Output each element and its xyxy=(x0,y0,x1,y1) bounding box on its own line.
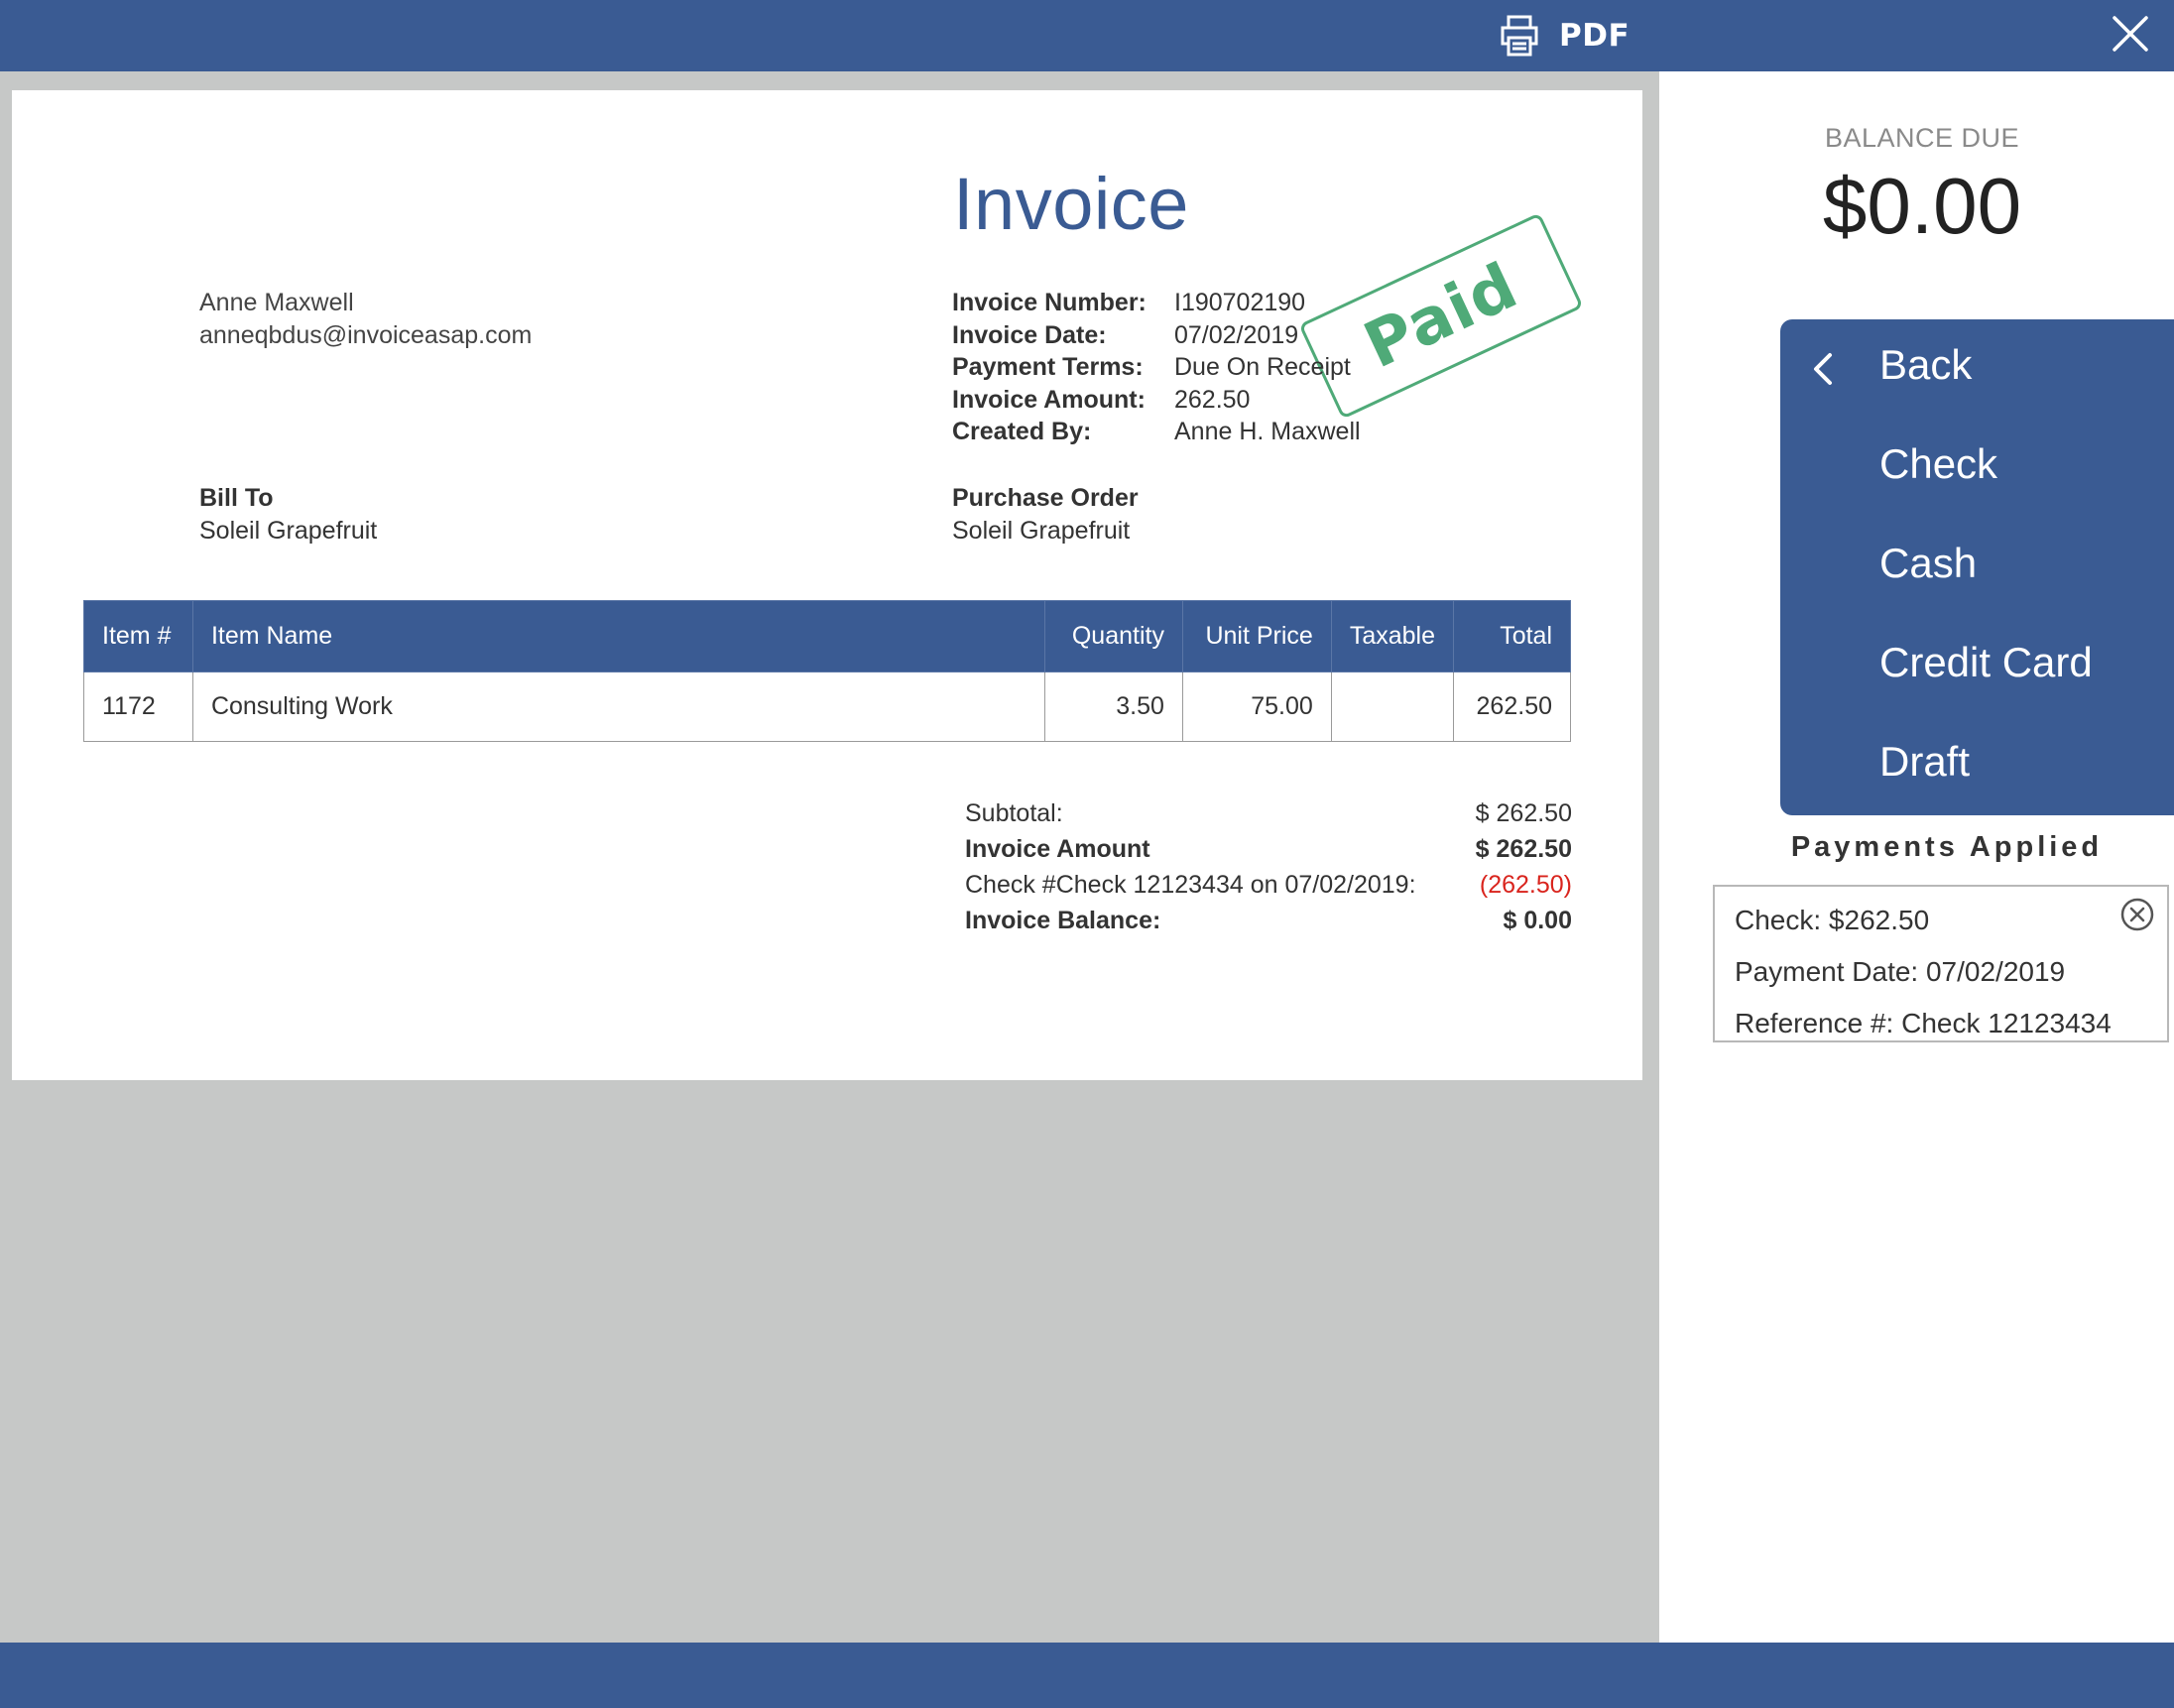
payment-terms: Due On Receipt xyxy=(1174,353,1351,382)
pdf-label: PDF xyxy=(1559,18,1630,54)
chevron-left-icon[interactable] xyxy=(1808,347,1838,391)
purchase-order-label: Purchase Order xyxy=(952,484,1139,512)
payment-panel: BALANCE DUE $0.00 Back Check Cash Credit… xyxy=(1659,71,2174,1643)
menu-item-credit-card[interactable]: Credit Card xyxy=(1879,639,2093,686)
payment-method-menu: Back Check Cash Credit Card Draft xyxy=(1780,319,2174,815)
sender-email: anneqbdus@invoiceasap.com xyxy=(199,321,533,349)
payments-applied-title: Payments Applied xyxy=(1790,831,2104,863)
purchase-order: Purchase Order Soleil Grapefruit xyxy=(952,482,1139,548)
balance-value: $ 0.00 xyxy=(1503,907,1572,934)
paid-stamp-text: Paid xyxy=(1353,249,1529,383)
col-item-name: Item Name xyxy=(191,600,1045,672)
payment-card: Check: $262.50 Payment Date: 07/02/2019 … xyxy=(1713,885,2169,1042)
cell-quantity: 3.50 xyxy=(1043,671,1183,742)
payment-value: (262.50) xyxy=(1479,871,1572,899)
items-table: Item # Item Name Quantity Unit Price Tax… xyxy=(83,600,1572,742)
sender-info: Anne Maxwell anneqbdus@invoiceasap.com xyxy=(199,287,532,352)
bill-to: Bill To Soleil Grapefruit xyxy=(199,482,377,548)
bottom-bar xyxy=(0,1643,2174,1708)
invoice-date: 07/02/2019 xyxy=(1174,320,1299,349)
subtotal-row: Subtotal: $ 262.50 xyxy=(965,795,1572,831)
totals-section: Subtotal: $ 262.50 Invoice Amount $ 262.… xyxy=(965,795,1572,938)
cell-total: 262.50 xyxy=(1452,671,1572,742)
col-taxable: Taxable xyxy=(1330,600,1454,672)
cell-taxable xyxy=(1330,671,1454,742)
meta-label: Invoice Amount: xyxy=(952,385,1146,414)
invoice-document: Invoice Paid Anne Maxwell anneqbdus@invo… xyxy=(12,90,1642,1080)
col-quantity: Quantity xyxy=(1043,600,1183,672)
invoice-title: Invoice xyxy=(953,163,1189,245)
table-header-row: Item # Item Name Quantity Unit Price Tax… xyxy=(83,600,1572,672)
meta-label: Invoice Date: xyxy=(952,320,1107,349)
pdf-button[interactable]: PDF xyxy=(1498,10,1630,61)
menu-item-cash[interactable]: Cash xyxy=(1879,540,1977,587)
cell-unit-price: 75.00 xyxy=(1181,671,1332,742)
purchase-order-value: Soleil Grapefruit xyxy=(952,517,1131,545)
balance-due-label: BALANCE DUE xyxy=(1824,123,2020,153)
created-by: Anne H. Maxwell xyxy=(1174,418,1361,446)
col-unit-price: Unit Price xyxy=(1181,600,1332,672)
meta-label: Created By: xyxy=(952,418,1092,446)
subtotal-value: $ 262.50 xyxy=(1475,799,1572,827)
remove-payment-icon[interactable] xyxy=(2119,897,2155,932)
payment-row: Check #Check 12123434 on 07/02/2019: (26… xyxy=(965,867,1572,903)
subtotal-label: Subtotal: xyxy=(965,799,1063,827)
col-item-no: Item # xyxy=(83,600,193,672)
printer-icon xyxy=(1501,15,1538,57)
col-total: Total xyxy=(1452,600,1572,672)
payment-amount: Check: $262.50 xyxy=(1735,905,1930,935)
invoice-amount-value: $ 262.50 xyxy=(1475,835,1572,863)
menu-item-draft[interactable]: Draft xyxy=(1879,738,1970,786)
payment-reference: Reference #: Check 12123434 xyxy=(1735,1008,2112,1038)
invoice-amount-label: Invoice Amount xyxy=(965,835,1150,863)
invoice-number: I190702190 xyxy=(1174,289,1306,316)
meta-label: Invoice Number: xyxy=(952,289,1147,316)
cell-item-name: Consulting Work xyxy=(191,671,1045,742)
invoice-amount: 262.50 xyxy=(1174,385,1251,414)
meta-row: Invoice Amount: 262.50 xyxy=(952,384,1361,417)
close-icon[interactable] xyxy=(2111,14,2150,54)
top-toolbar: PDF xyxy=(0,0,2174,71)
meta-row: Invoice Number: I190702190 xyxy=(952,287,1361,319)
cell-item-no: 1172 xyxy=(83,671,193,742)
bill-to-label: Bill To xyxy=(199,484,274,512)
payment-date: Payment Date: 07/02/2019 xyxy=(1735,956,2066,987)
payment-label: Check #Check 12123434 on 07/02/2019: xyxy=(965,871,1416,899)
invoice-meta: Invoice Number: I190702190 Invoice Date:… xyxy=(952,287,1361,448)
balance-label: Invoice Balance: xyxy=(965,907,1161,934)
meta-row: Payment Terms: Due On Receipt xyxy=(952,351,1361,384)
table-row: 1172 Consulting Work 3.50 75.00 262.50 xyxy=(83,671,1572,742)
balance-due-amount: $0.00 xyxy=(1822,162,2022,250)
bill-to-value: Soleil Grapefruit xyxy=(199,517,378,545)
meta-row: Invoice Date: 07/02/2019 xyxy=(952,319,1361,352)
invoice-amount-row: Invoice Amount $ 262.50 xyxy=(965,831,1572,867)
menu-item-check[interactable]: Check xyxy=(1879,440,1997,488)
back-button[interactable]: Back xyxy=(1879,341,1972,389)
sender-name: Anne Maxwell xyxy=(199,289,354,316)
meta-row: Created By: Anne H. Maxwell xyxy=(952,416,1361,448)
balance-row: Invoice Balance: $ 0.00 xyxy=(965,903,1572,938)
meta-label: Payment Terms: xyxy=(952,353,1144,382)
